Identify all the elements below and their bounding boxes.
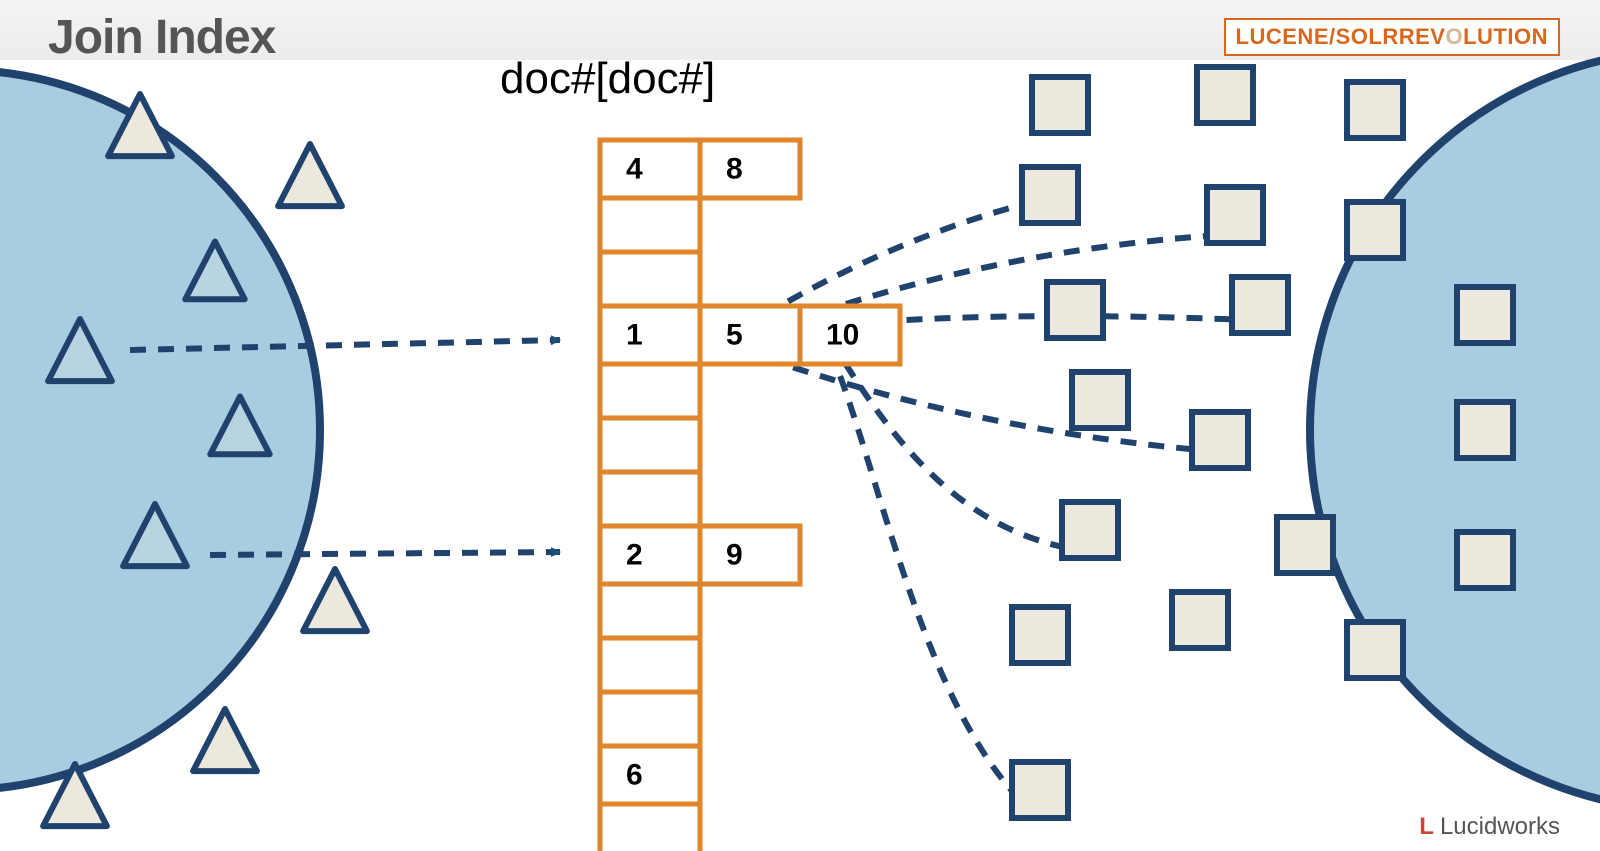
triangle-icon bbox=[193, 709, 257, 771]
square-icon bbox=[1347, 202, 1403, 258]
index-cell bbox=[600, 692, 700, 746]
square-icon bbox=[1457, 402, 1513, 458]
index-value: 8 bbox=[726, 152, 743, 185]
square-icon bbox=[1032, 77, 1088, 133]
triangle-icon bbox=[278, 144, 342, 206]
square-icon bbox=[1047, 282, 1103, 338]
index-value: 10 bbox=[826, 318, 859, 351]
index-cell bbox=[600, 472, 700, 526]
index-cell bbox=[700, 306, 800, 364]
arrow-icon bbox=[830, 340, 1080, 550]
square-icon bbox=[1232, 277, 1288, 333]
footer-brand: Lucidworks bbox=[1440, 813, 1560, 840]
index-value: 9 bbox=[726, 538, 743, 571]
square-icon bbox=[1277, 517, 1333, 573]
square-icon bbox=[1022, 167, 1078, 223]
index-cell bbox=[600, 804, 700, 851]
square-icon bbox=[1197, 67, 1253, 123]
footer-logo: LLucidworks bbox=[1419, 813, 1560, 841]
index-cell bbox=[600, 418, 700, 472]
diagram-stage: Join Index LUCENE/SOLRREVOLUTION doc#[do… bbox=[0, 0, 1600, 851]
index-value: 6 bbox=[626, 758, 643, 791]
index-cell bbox=[600, 584, 700, 638]
index-cell bbox=[600, 638, 700, 692]
square-icon bbox=[1012, 762, 1068, 818]
triangle-icon bbox=[303, 569, 367, 631]
index-cell bbox=[600, 140, 700, 198]
square-icon bbox=[1207, 187, 1263, 243]
index-value: 5 bbox=[726, 318, 743, 351]
index-cell bbox=[600, 526, 700, 584]
index-cell bbox=[600, 746, 700, 804]
square-icon bbox=[1457, 532, 1513, 588]
index-cell bbox=[600, 364, 700, 418]
index-cell bbox=[600, 306, 700, 364]
index-value: 2 bbox=[626, 538, 643, 571]
index-cell bbox=[700, 526, 800, 584]
svg-layer: 4 8 1 5 10 2 9 6 bbox=[0, 0, 1600, 851]
index-value: 4 bbox=[626, 152, 643, 185]
square-icon bbox=[1192, 412, 1248, 468]
lucidworks-mark-icon: L bbox=[1419, 813, 1434, 840]
square-icon bbox=[1347, 82, 1403, 138]
index-cell bbox=[600, 252, 700, 306]
square-icon bbox=[1347, 622, 1403, 678]
square-icon bbox=[1062, 502, 1118, 558]
index-cell bbox=[700, 140, 800, 198]
square-icon bbox=[1012, 607, 1068, 663]
index-value: 1 bbox=[626, 318, 643, 351]
square-icon bbox=[1072, 372, 1128, 428]
square-icon bbox=[1172, 592, 1228, 648]
fq-circle bbox=[0, 70, 320, 790]
index-cell bbox=[600, 198, 700, 252]
square-icon bbox=[1457, 287, 1513, 343]
